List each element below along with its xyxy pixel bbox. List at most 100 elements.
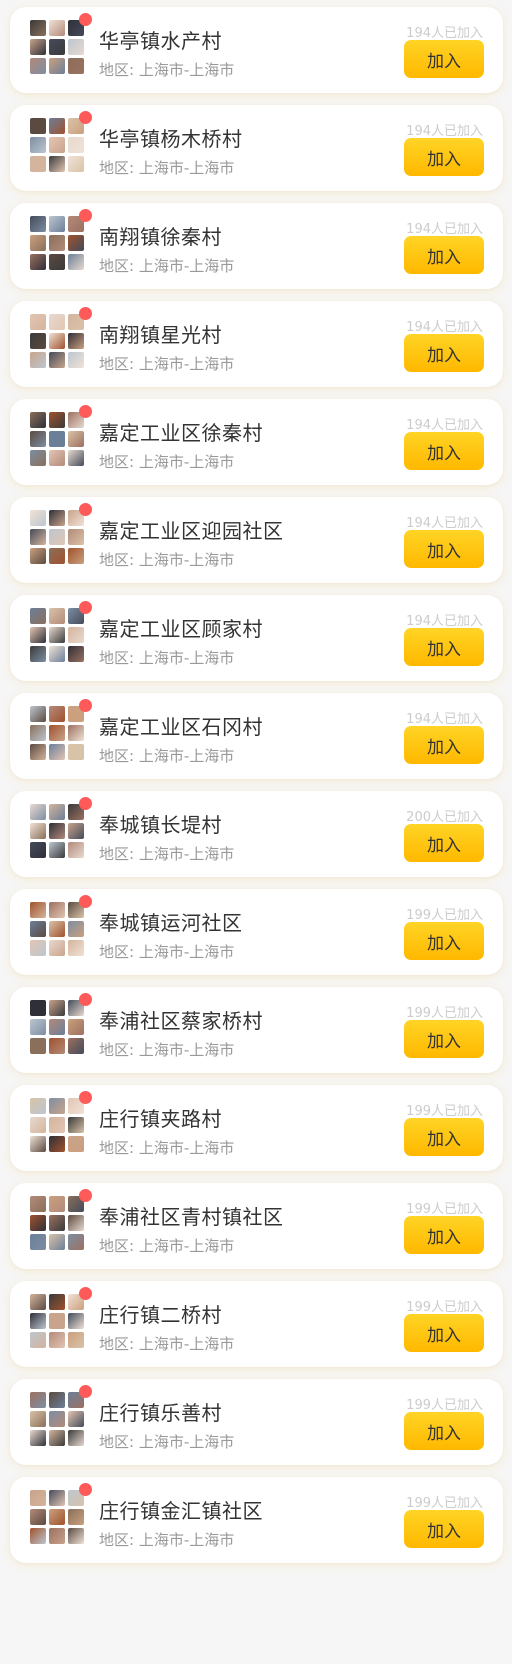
join-button[interactable]: 加入: [404, 40, 484, 78]
join-button[interactable]: 加入: [404, 1020, 484, 1058]
member-avatar-thumb: [30, 1117, 46, 1133]
member-count: 199人已加入: [406, 1006, 483, 1021]
community-region: 地区: 上海市-上海市: [99, 1335, 235, 1353]
group-avatar: [30, 993, 92, 1054]
member-avatar-thumb: [68, 842, 84, 858]
unread-dot-icon: [79, 111, 92, 124]
community-card[interactable]: 庄行镇乐善村 地区: 上海市-上海市 199人已加入 加入: [10, 1379, 503, 1465]
member-avatar-grid: [30, 510, 84, 564]
member-avatar-thumb: [49, 431, 65, 447]
community-card[interactable]: 庄行镇二桥村 地区: 上海市-上海市 199人已加入 加入: [10, 1281, 503, 1367]
member-avatar-thumb: [68, 39, 84, 55]
community-card[interactable]: 华亭镇水产村 地区: 上海市-上海市 194人已加入 加入: [10, 7, 503, 93]
join-button[interactable]: 加入: [404, 334, 484, 372]
community-card[interactable]: 奉城镇运河社区 地区: 上海市-上海市 199人已加入 加入: [10, 889, 503, 975]
member-avatar-grid: [30, 1196, 84, 1250]
community-name: 奉浦社区青村镇社区: [99, 1205, 284, 1229]
group-avatar: [30, 307, 92, 368]
member-avatar-grid: [30, 412, 84, 466]
member-count: 194人已加入: [406, 614, 483, 629]
member-avatar-grid: [30, 314, 84, 368]
community-name: 嘉定工业区顾家村: [99, 617, 263, 641]
member-avatar-thumb: [49, 510, 65, 526]
member-avatar-thumb: [49, 1332, 65, 1348]
member-avatar-thumb: [30, 1392, 46, 1408]
member-avatar-thumb: [68, 1411, 84, 1427]
community-name: 奉城镇运河社区: [99, 911, 243, 935]
member-avatar-thumb: [49, 1430, 65, 1446]
join-button[interactable]: 加入: [404, 628, 484, 666]
member-avatar-thumb: [49, 646, 65, 662]
group-avatar: [30, 1091, 92, 1152]
member-avatar-thumb: [49, 352, 65, 368]
member-avatar-thumb: [49, 1000, 65, 1016]
join-button[interactable]: 加入: [404, 824, 484, 862]
member-avatar-thumb: [30, 352, 46, 368]
unread-dot-icon: [79, 1385, 92, 1398]
member-avatar-thumb: [68, 1038, 84, 1054]
community-region: 地区: 上海市-上海市: [99, 845, 235, 863]
member-avatar-thumb: [49, 1490, 65, 1506]
join-button[interactable]: 加入: [404, 922, 484, 960]
member-avatar-thumb: [68, 1215, 84, 1231]
unread-dot-icon: [79, 993, 92, 1006]
community-card[interactable]: 南翔镇星光村 地区: 上海市-上海市 194人已加入 加入: [10, 301, 503, 387]
community-region: 地区: 上海市-上海市: [99, 355, 235, 373]
member-avatar-thumb: [30, 58, 46, 74]
join-button[interactable]: 加入: [404, 1314, 484, 1352]
community-name: 嘉定工业区徐秦村: [99, 421, 263, 445]
join-button[interactable]: 加入: [404, 1216, 484, 1254]
member-avatar-thumb: [30, 1019, 46, 1035]
member-avatar-thumb: [30, 1098, 46, 1114]
join-button[interactable]: 加入: [404, 432, 484, 470]
member-avatar-thumb: [30, 627, 46, 643]
community-card[interactable]: 嘉定工业区徐秦村 地区: 上海市-上海市 194人已加入 加入: [10, 399, 503, 485]
community-card[interactable]: 奉城镇长堤村 地区: 上海市-上海市 200人已加入 加入: [10, 791, 503, 877]
member-avatar-thumb: [30, 1509, 46, 1525]
join-button[interactable]: 加入: [404, 726, 484, 764]
group-avatar: [30, 1287, 92, 1348]
member-avatar-thumb: [49, 156, 65, 172]
member-avatar-thumb: [68, 254, 84, 270]
community-card[interactable]: 嘉定工业区顾家村地区: 上海市-上海市 194人已加入 加入: [10, 595, 503, 681]
member-avatar-thumb: [49, 1136, 65, 1152]
join-button[interactable]: 加入: [404, 530, 484, 568]
unread-dot-icon: [79, 699, 92, 712]
member-avatar-thumb: [30, 1332, 46, 1348]
community-name: 华亭镇杨木桥村: [99, 127, 243, 151]
unread-dot-icon: [79, 1483, 92, 1496]
member-avatar-thumb: [49, 804, 65, 820]
member-avatar-thumb: [68, 548, 84, 564]
community-card[interactable]: 嘉定工业区迎园社区 地区: 上海市-上海市 194人已加入 加入: [10, 497, 503, 583]
join-button[interactable]: 加入: [404, 1510, 484, 1548]
unread-dot-icon: [79, 601, 92, 614]
member-avatar-thumb: [49, 1509, 65, 1525]
member-avatar-thumb: [68, 823, 84, 839]
community-region: 地区: 上海市-上海市: [99, 649, 235, 667]
community-card[interactable]: 华亭镇杨木桥村 地区: 上海市-上海市 194人已加入 加入: [10, 105, 503, 191]
community-card[interactable]: 嘉定工业区石冈村 地区: 上海市-上海市 194人已加入 加入: [10, 693, 503, 779]
member-avatar-grid: [30, 706, 84, 760]
member-avatar-thumb: [30, 235, 46, 251]
member-avatar-thumb: [49, 118, 65, 134]
member-avatar-thumb: [30, 510, 46, 526]
member-avatar-thumb: [30, 725, 46, 741]
member-avatar-thumb: [49, 314, 65, 330]
community-card[interactable]: 庄行镇夹路村 地区: 上海市-上海市 199人已加入 加入: [10, 1085, 503, 1171]
member-avatar-thumb: [30, 940, 46, 956]
join-button[interactable]: 加入: [404, 236, 484, 274]
join-button[interactable]: 加入: [404, 1118, 484, 1156]
member-avatar-thumb: [68, 1117, 84, 1133]
member-avatar-thumb: [30, 921, 46, 937]
community-card[interactable]: 奉浦社区青村镇社区 地区: 上海市-上海市 199人已加入 加入: [10, 1183, 503, 1269]
member-avatar-thumb: [49, 725, 65, 741]
community-name: 嘉定工业区迎园社区: [99, 519, 284, 543]
group-avatar: [30, 699, 92, 760]
community-card[interactable]: 南翔镇徐秦村 地区: 上海市-上海市 194人已加入 加入: [10, 203, 503, 289]
community-card[interactable]: 庄行镇金汇镇社区 地区: 上海市-上海市 199人已加入 加入: [10, 1477, 503, 1563]
join-button[interactable]: 加入: [404, 138, 484, 176]
community-card[interactable]: 奉浦社区蔡家桥村 地区: 上海市-上海市 199人已加入 加入: [10, 987, 503, 1073]
member-avatar-thumb: [68, 1313, 84, 1329]
member-avatar-grid: [30, 902, 84, 956]
join-button[interactable]: 加入: [404, 1412, 484, 1450]
